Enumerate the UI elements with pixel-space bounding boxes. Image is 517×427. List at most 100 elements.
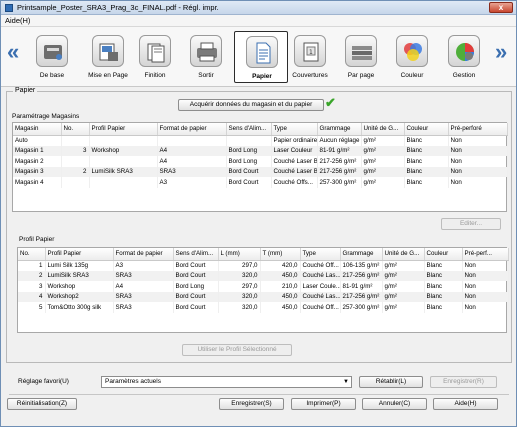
table-cell: Non — [448, 166, 508, 177]
table-cell: 210,0 — [260, 281, 301, 292]
print-button[interactable]: Imprimer(P) — [291, 398, 356, 410]
save-button[interactable]: Enregistrer(S) — [219, 398, 284, 410]
help-button[interactable]: Aide(H) — [433, 398, 498, 410]
column-header[interactable]: Unité de G... — [361, 123, 405, 136]
edit-button[interactable]: Editer... — [441, 218, 501, 230]
table-cell: Non — [462, 302, 509, 313]
table-cell: g/m² — [382, 260, 425, 271]
close-button[interactable]: x — [489, 2, 513, 13]
table-row[interactable]: Magasin 2 A4 Bord Long Couché Laser B 217-25… — [13, 156, 508, 167]
tab-de-base[interactable]: De base — [25, 31, 79, 83]
table-cell: Non — [462, 281, 509, 292]
table-cell: g/m² — [382, 302, 425, 313]
table-row[interactable]: Magasin 3 2 LumiSilk SRA3 SRA3 Bord Court Cou… — [13, 166, 508, 177]
reset-button[interactable]: Réinitialisation(Z) — [7, 398, 77, 410]
column-header[interactable]: Grammage — [340, 248, 383, 261]
column-header[interactable]: Couleur — [424, 248, 463, 261]
table-cell: SRA3 — [113, 302, 174, 313]
table-cell: SRA3 — [113, 270, 174, 281]
table-cell: Magasin 3 — [13, 166, 62, 177]
table-cell: Bord Court — [226, 166, 272, 177]
table-cell: 257-300 g/m² — [340, 302, 383, 313]
basic-settings-icon — [36, 35, 68, 67]
cancel-button[interactable]: Annuler(C) — [362, 398, 427, 410]
checkmark-icon: ✔ — [325, 95, 336, 110]
table-cell: Auto — [13, 135, 62, 146]
table-cell: 217-256 g/m² — [317, 156, 362, 167]
column-header[interactable]: L (mm) — [218, 248, 261, 261]
acquire-tray-data-button[interactable]: Acquérir données du magasin et du papier — [178, 99, 324, 111]
table-cell: Laser Coule... — [300, 281, 341, 292]
table-row[interactable]: 4 Workshop2 SRA3 Bord Court 320,0 450,0 Couché… — [18, 291, 509, 302]
per-page-icon — [345, 35, 377, 67]
table-cell: 320,0 — [218, 270, 261, 281]
table-cell: g/m² — [361, 145, 405, 156]
table-cell — [89, 177, 158, 188]
table-cell: Blanc — [424, 270, 463, 281]
table-cell: LumiSilk SRA3 — [45, 270, 114, 281]
table-cell: Blanc — [404, 166, 449, 177]
tab-gestion[interactable]: Gestion — [437, 31, 491, 83]
column-header[interactable]: No. — [61, 123, 90, 136]
column-header[interactable]: Sens d'Alim... — [173, 248, 219, 261]
restore-button[interactable]: Rétablir(L) — [359, 376, 423, 388]
table-row[interactable]: 3 Workshop A4 Bord Long 297,0 210,0 Laser Coul… — [18, 281, 509, 292]
table-row[interactable]: 1 Lumi Silk 135g A3 Bord Court 297,0 420,0 Cou… — [18, 260, 509, 271]
table-row[interactable]: 2 LumiSilk SRA3 SRA3 Bord Court 320,0 450,0 Co… — [18, 270, 509, 281]
column-header[interactable]: T (mm) — [260, 248, 301, 261]
tab-couvertures[interactable]: 1 Couvertures — [283, 31, 337, 83]
table-cell: Couché Offs... — [271, 177, 318, 188]
column-header[interactable]: Profil Papier — [89, 123, 158, 136]
table-cell: 2 — [61, 166, 90, 177]
table-cell: 1 — [18, 260, 46, 271]
layout-icon — [92, 35, 124, 67]
tab-mise-en-page[interactable]: Mise en Page — [81, 31, 135, 83]
column-header[interactable]: Format de papier — [157, 123, 227, 136]
column-header[interactable]: Type — [271, 123, 318, 136]
use-selected-profile-button[interactable]: Utiliser le Profil Sélectionné — [182, 344, 292, 356]
table-row[interactable]: Magasin 4 A3 Bord Court Couché Offs... 257-3… — [13, 177, 508, 188]
table-cell — [61, 156, 90, 167]
column-header[interactable]: Grammage — [317, 123, 362, 136]
table-row[interactable]: Magasin 1 3 Workshop A4 Bord Long Laser Coule… — [13, 145, 508, 156]
table-cell: A3 — [113, 260, 174, 271]
table-row[interactable]: 5 Tom&Otto 300g silk SRA3 Bord Court 320,0 45… — [18, 302, 509, 313]
tab-finition[interactable]: Finition — [128, 31, 182, 83]
table-cell — [61, 177, 90, 188]
tab-par-page[interactable]: Par page — [334, 31, 388, 83]
table-cell: Magasin 2 — [13, 156, 62, 167]
tab-sortir[interactable]: Sortir — [179, 31, 233, 83]
table-cell: 450,0 — [260, 291, 301, 302]
title-bar[interactable]: Printsample_Poster_SRA3_Prag_3c_FINAL.pd… — [1, 1, 516, 15]
column-header[interactable]: Unité de G... — [382, 248, 425, 261]
table-cell: A3 — [157, 177, 227, 188]
table-row[interactable]: Auto Papier ordinaire Aucun réglage g/m² Bla… — [13, 135, 508, 146]
table-cell: g/m² — [361, 156, 405, 167]
column-header[interactable]: Pré-perforé — [448, 123, 508, 136]
tab-couleur[interactable]: Couleur — [385, 31, 439, 83]
column-header[interactable]: No. — [18, 248, 46, 261]
management-icon — [448, 35, 480, 67]
print-settings-window: Printsample_Poster_SRA3_Prag_3c_FINAL.pd… — [0, 0, 517, 427]
scroll-left-icon[interactable]: « — [7, 41, 19, 63]
column-header[interactable]: Type — [300, 248, 341, 261]
tab-papier[interactable]: Papier — [234, 31, 288, 83]
column-header[interactable]: Pré-perf... — [462, 248, 509, 261]
save-favorite-button[interactable]: Enregistrer(R) — [430, 376, 497, 388]
trays-table[interactable]: Magasin No. Profil Papier Format de papier S… — [12, 122, 508, 212]
column-header[interactable]: Profil Papier — [45, 248, 114, 261]
table-cell: Bord Court — [226, 177, 272, 188]
column-header[interactable]: Couleur — [404, 123, 449, 136]
menu-help[interactable]: Aide(H) — [5, 16, 30, 25]
favorite-setting-label: Réglage favori(U) — [18, 378, 69, 385]
scroll-right-icon[interactable]: » — [495, 41, 507, 63]
column-header[interactable]: Format de papier — [113, 248, 174, 261]
table-cell: LumiSilk SRA3 — [89, 166, 158, 177]
column-header[interactable]: Sens d'Alim... — [226, 123, 272, 136]
column-header[interactable]: Magasin — [13, 123, 62, 136]
favorite-setting-select[interactable]: Paramètres actuels ▼ — [101, 376, 352, 388]
table-cell: Blanc — [424, 281, 463, 292]
table-cell: Couché Off... — [300, 260, 341, 271]
profiles-table[interactable]: No. Profil Papier Format de papier Sens d'A… — [17, 247, 509, 333]
table-cell: Non — [462, 291, 509, 302]
